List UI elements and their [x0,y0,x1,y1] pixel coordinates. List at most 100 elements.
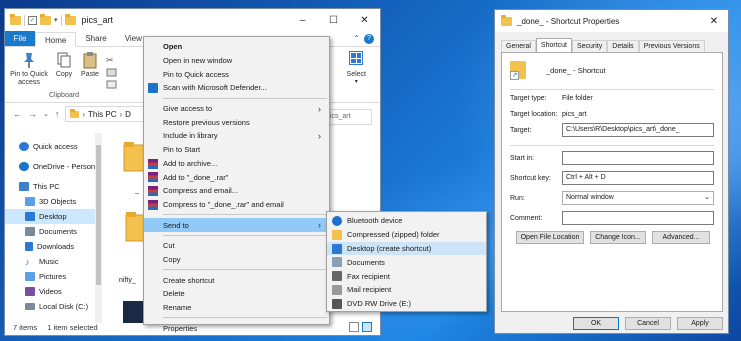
advanced-button[interactable]: Advanced... [652,231,710,244]
start-in-label: Start in: [510,154,535,162]
open-file-location-button[interactable]: Open File Location [516,231,584,244]
send-to-item-fax-recipient[interactable]: Fax recipient [327,269,486,283]
nav-documents[interactable]: Documents [5,224,101,239]
copy-button[interactable]: Copy [53,51,75,79]
item-count: 7 items [13,322,38,332]
help-icon[interactable]: ? [364,34,374,44]
cut-copy-path-icons[interactable]: ✂ [105,53,119,93]
properties-check-icon[interactable]: ✓ [28,15,37,25]
maximize-button[interactable]: ☐ [318,9,349,31]
shortcut-key-field[interactable]: Ctrl + Alt + D [562,171,714,185]
ok-button[interactable]: OK [573,317,619,330]
send-to-item-label: Desktop (create shortcut) [347,243,432,253]
chevron-down-icon: ▾ [354,79,358,85]
up-arrow-icon[interactable]: ↑ [55,109,60,119]
send-to-item-label: Bluetooth device [347,216,403,226]
tab-general[interactable]: General [501,40,536,52]
menu-item-pin-to-quick-access[interactable]: Pin to Quick access [144,67,329,81]
nav-quick-access[interactable]: Quick access [5,139,101,154]
tab-details[interactable]: Details [607,40,639,52]
send-to-item-compressed-zipped-folder[interactable]: Compressed (zipped) folder [327,228,486,242]
nav-label: 3D Objects [39,197,77,206]
cancel-button[interactable]: Cancel [625,317,671,330]
menu-item-open[interactable]: Open [144,40,329,54]
nav-desktop[interactable]: Desktop [5,209,101,224]
fax-icon [332,271,342,282]
shortcut-key-label: Shortcut key: [510,174,551,182]
breadcrumb-this-pc[interactable]: This PC [88,110,116,119]
select-button[interactable]: Select ▾ [347,51,366,85]
change-icon-button[interactable]: Change Icon... [590,231,646,244]
apply-button[interactable]: Apply [677,317,723,330]
send-to-item-dvd-rw-drive-e[interactable]: DVD RW Drive (E:) [327,297,486,311]
comment-field[interactable] [562,211,714,225]
quick-access-dropdown-icon[interactable]: ▾ [54,16,58,24]
menu-item-give-access-to[interactable]: Give access to › [144,102,329,116]
menu-item-open-in-new-window[interactable]: Open in new window [144,54,329,68]
send-to-item-mail-recipient[interactable]: Mail recipient [327,283,486,297]
minimize-button[interactable]: – [287,9,318,31]
bluetooth-icon [332,216,342,226]
nav-pictures[interactable]: Pictures [5,269,101,284]
large-icons-view-icon[interactable] [362,322,372,332]
send-to-item-label: Compressed (zipped) folder [347,230,440,240]
tab-file[interactable]: File [5,31,35,46]
target-field[interactable]: C:\Users\R\Desktop\pics_art\_done_ [562,123,714,137]
details-view-icon[interactable] [349,322,359,332]
paste-button[interactable]: Paste [79,51,101,79]
close-button[interactable]: ✕ [700,16,728,27]
forward-arrow-icon[interactable]: → [28,109,37,119]
menu-item-label: Copy [163,254,181,264]
tab-share[interactable]: Share [76,31,115,46]
nav-videos[interactable]: Videos [5,284,101,299]
nav-music[interactable]: ♪ Music [5,254,101,269]
nav-downloads[interactable]: Downloads [5,239,101,254]
menu-item-delete[interactable]: Delete [144,287,329,301]
recent-dropdown-icon[interactable]: ⌄ [43,110,49,118]
tab-previous-versions[interactable]: Previous Versions [638,40,705,52]
tab-security[interactable]: Security [571,40,608,52]
shortcut-properties-dialog: _done_ - Shortcut Properties ✕ General S… [494,9,729,334]
run-select[interactable]: Normal window ⌄ [562,191,714,205]
nav-scrollbar[interactable] [95,133,102,323]
pin-quick-access-button[interactable]: Pin to Quick access [9,51,49,87]
menu-item-restore-previous-versions[interactable]: Restore previous versions [144,115,329,129]
comment-label: Comment: [510,214,543,222]
menu-item-scan-with-microsoft-defender[interactable]: Scan with Microsoft Defender... [144,81,329,95]
breadcrumb-drive[interactable]: D [125,110,131,119]
menu-item-rename[interactable]: Rename [144,301,329,315]
menu-item-add-to-done-rar[interactable]: Add to "_done_.rar" [144,170,329,184]
menu-item-add-to-archive[interactable]: Add to archive... [144,157,329,171]
collapse-ribbon-icon[interactable]: ⌃ [353,34,360,43]
nav-local-disk[interactable]: Local Disk (C:) [5,299,101,314]
scrollbar-thumb[interactable] [96,145,101,285]
menu-item-copy[interactable]: Copy [144,253,329,267]
send-to-item-bluetooth-device[interactable]: Bluetooth device [327,214,486,228]
star-icon [19,142,29,151]
menu-item-compress-to-done-rar-and-email[interactable]: Compress to "_done_.rar" and email [144,198,329,212]
back-arrow-icon[interactable]: ← [13,109,22,119]
new-folder-icon[interactable] [40,13,51,25]
dialog-titlebar[interactable]: _done_ - Shortcut Properties ✕ [495,10,728,32]
explorer-titlebar[interactable]: ✓ ▾ pics_art – ☐ ✕ [5,9,380,31]
menu-item-label: Scan with Microsoft Defender... [163,83,267,93]
menu-item-pin-to-start[interactable]: Pin to Start [144,143,329,157]
start-in-field[interactable] [562,151,714,165]
send-to-item-documents[interactable]: Documents [327,255,486,269]
nav-onedrive[interactable]: OneDrive - Person [5,159,101,174]
menu-item-compress-and-email[interactable]: Compress and email... [144,184,329,198]
menu-item-properties[interactable]: Properties [144,321,329,335]
menu-separator [163,214,327,216]
nav-this-pc[interactable]: This PC [5,179,101,194]
nav-3d-objects[interactable]: 3D Objects [5,194,101,209]
menu-item-label: Rename [163,303,192,313]
menu-item-cut[interactable]: Cut [144,239,329,253]
menu-item-create-shortcut[interactable]: Create shortcut [144,273,329,287]
tab-shortcut[interactable]: Shortcut [535,38,572,52]
send-to-item-desktop-create-shortcut[interactable]: Desktop (create shortcut) [327,241,486,256]
tab-home[interactable]: Home [35,32,77,47]
menu-item-include-in-library[interactable]: Include in library › [144,129,329,143]
menu-item-send-to[interactable]: Send to › [144,218,329,232]
close-button[interactable]: ✕ [349,9,380,31]
target-label: Target: [510,126,532,134]
